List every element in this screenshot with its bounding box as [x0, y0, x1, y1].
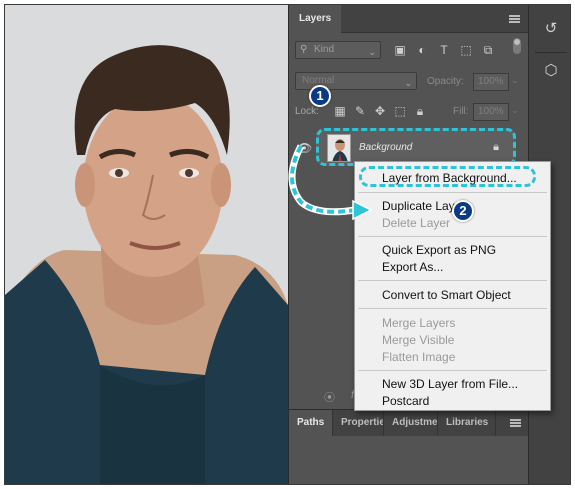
filter-icons: ▣ ◐ T ⬚ ⧉: [393, 41, 495, 59]
panel-menu-icon[interactable]: [510, 419, 521, 427]
menu-item-postcard[interactable]: Postcard: [382, 394, 429, 408]
layer-filter-row: ⚲ Kind ⌄ ▣ ◐ T ⬚ ⧉: [295, 38, 523, 61]
lock-artboard-icon[interactable]: ⬚: [393, 104, 407, 118]
menu-divider: [358, 236, 547, 237]
menu-divider: [358, 370, 547, 371]
portrait-photo: [5, 5, 288, 484]
search-icon: ⚲: [300, 44, 308, 55]
pixel-filter-icon[interactable]: ▣: [393, 43, 407, 57]
step-1-badge: 1: [309, 85, 331, 107]
menu-divider: [358, 308, 547, 309]
lock-brush-icon[interactable]: ✎: [353, 104, 367, 118]
filter-toggle-icon[interactable]: [513, 38, 521, 54]
lock-row: Lock: ▦ ✎ ✥ ⬚ 🔒︎ Fill: 100% ⌄: [295, 102, 523, 122]
type-filter-icon[interactable]: T: [437, 43, 451, 57]
panel-menu-icon[interactable]: [509, 15, 520, 23]
filter-kind-dropdown[interactable]: ⚲ Kind ⌄: [295, 41, 381, 59]
opacity-input[interactable]: 100%: [473, 73, 509, 91]
layer-context-menu: Layer from Background... Duplicate Layer…: [354, 161, 551, 411]
filter-kind-label: Kind: [314, 44, 335, 55]
fill-input[interactable]: 100%: [473, 103, 509, 121]
callout-arrow: [288, 144, 373, 221]
tab-paths[interactable]: Paths: [289, 410, 333, 436]
image-canvas[interactable]: [5, 5, 288, 484]
shape-filter-icon[interactable]: ⬚: [459, 43, 473, 57]
menu-item-layer-from-background[interactable]: Layer from Background...: [382, 171, 517, 185]
menu-divider: [358, 280, 547, 281]
menu-divider: [358, 192, 547, 193]
chevron-down-icon: ⌄: [404, 78, 412, 88]
opacity-label: Opacity:: [427, 76, 464, 87]
tab-adjustments[interactable]: Adjustments: [384, 410, 438, 436]
menu-item-new-3d-layer[interactable]: New 3D Layer from File...: [382, 377, 518, 391]
menu-item-quick-export[interactable]: Quick Export as PNG: [382, 243, 496, 257]
dock-divider: [535, 52, 567, 53]
smart-object-filter-icon[interactable]: ⧉: [481, 43, 495, 57]
menu-item-merge-visible: Merge Visible: [382, 333, 455, 347]
tab-properties[interactable]: Properties: [333, 410, 384, 436]
chevron-down-icon: ⌄: [368, 47, 376, 57]
bottom-tab-bar: Paths Properties Adjustments Libraries: [289, 410, 529, 436]
menu-item-convert-smart-object[interactable]: Convert to Smart Object: [382, 288, 511, 302]
step-2-badge: 2: [452, 200, 474, 222]
menu-item-delete-layer: Delete Layer: [382, 216, 451, 230]
layers-tab-bar: Layers: [289, 5, 528, 33]
adjustment-filter-icon[interactable]: ◐: [415, 43, 429, 57]
tab-layers[interactable]: Layers: [289, 5, 342, 33]
chevron-down-icon[interactable]: ⌄: [511, 105, 519, 116]
fill-label: Fill:: [453, 106, 469, 117]
chevron-down-icon[interactable]: ⌄: [511, 75, 519, 86]
history-icon[interactable]: ↺: [541, 19, 561, 39]
layer-lock-icon: 🔒︎: [493, 141, 499, 153]
link-layers-icon[interactable]: ⦿: [324, 389, 335, 405]
lock-all-icon[interactable]: 🔒︎: [413, 104, 427, 118]
lock-transparency-icon[interactable]: ▦: [333, 104, 347, 118]
menu-item-flatten-image: Flatten Image: [382, 350, 456, 364]
menu-item-merge-layers: Merge Layers: [382, 316, 456, 330]
lock-position-icon[interactable]: ✥: [373, 104, 387, 118]
paths-panel-group: Paths Properties Adjustments Libraries: [288, 409, 529, 484]
tab-libraries[interactable]: Libraries: [438, 410, 496, 436]
3d-cube-icon[interactable]: ⬡: [541, 61, 561, 81]
menu-item-export-as[interactable]: Export As...: [382, 260, 443, 274]
